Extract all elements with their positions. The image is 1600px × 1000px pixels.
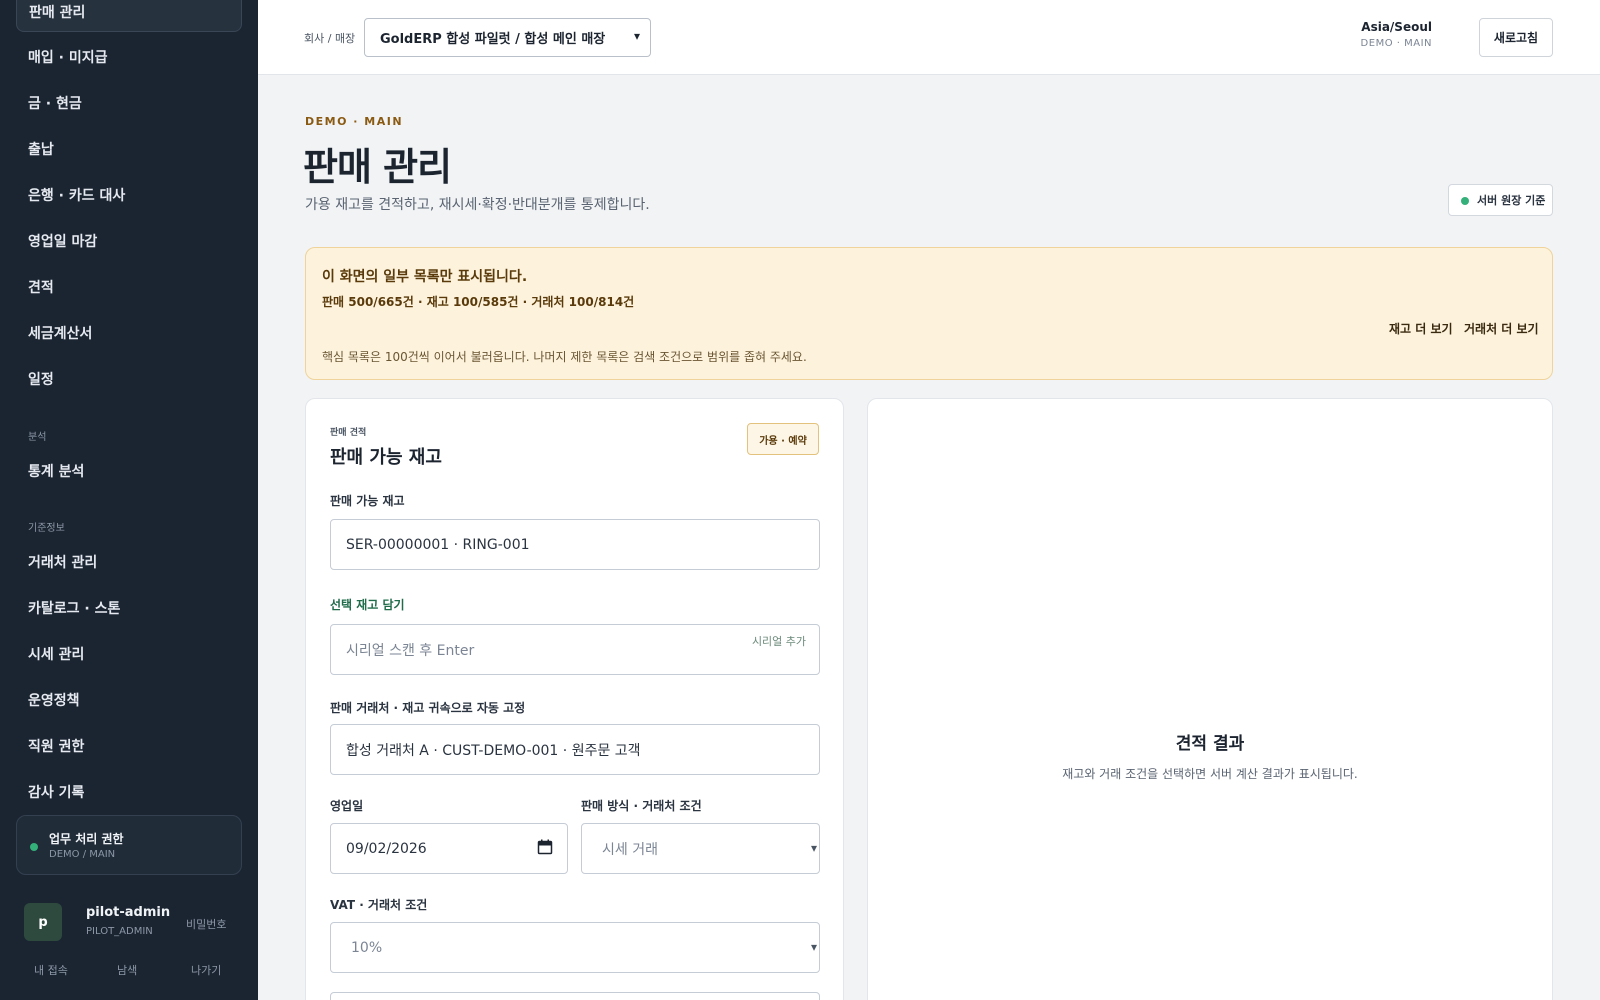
sidebar-item-tax-invoice[interactable]: 세금계산서 xyxy=(16,313,242,353)
server-ledger-badge: 서버 원장 기준 xyxy=(1448,184,1553,216)
serial-scan-input[interactable]: 시리얼 스캔 후 Enter 시리얼 추가 xyxy=(330,624,820,675)
sidebar-section-analysis: 분석 xyxy=(28,432,47,443)
sidebar-item-day-close[interactable]: 영업일 마감 xyxy=(16,221,242,261)
sale-method-value: 시세 거래 xyxy=(602,841,658,858)
permission-card: 업무 처리 권한 DEMO / MAIN xyxy=(16,815,242,875)
quote-result-card: 견적 결과 재고와 거래 조건을 선택하면 서버 계산 결과가 표시됩니다. xyxy=(867,398,1553,1000)
result-description: 재고와 거래 조건을 선택하면 서버 계산 결과가 표시됩니다. xyxy=(1062,767,1358,781)
partial-list-notice: 이 화면의 일부 목록만 표시됩니다. 판매 500/665건 · 재고 100… xyxy=(305,247,1553,380)
sidebar-item-purchase[interactable]: 매입 · 미지급 xyxy=(16,37,242,77)
card-title: 판매 가능 재고 xyxy=(330,447,442,468)
sale-method-label: 판매 방식 · 거래처 조건 xyxy=(581,799,702,813)
timezone-info: Asia/Seoul DEMO · MAIN xyxy=(1361,20,1432,49)
serial-scan-placeholder: 시리얼 스캔 후 Enter xyxy=(346,642,475,659)
availability-badge: 가용 · 예약 xyxy=(747,423,819,455)
sidebar: 판매 관리 매입 · 미지급 금 · 현금 출납 은행 · 카드 대사 영업일 … xyxy=(0,0,258,1000)
notice-stats: 판매 500/665건 · 재고 100/585건 · 거래처 100/814건 xyxy=(322,295,635,309)
customer-field[interactable]: 합성 거래처 A · CUST-DEMO-001 · 원주문 고객 xyxy=(330,724,820,775)
business-date-input[interactable]: 09/02/2026 xyxy=(330,823,568,874)
sidebar-item-catalog[interactable]: 카탈로그 · 스톤 xyxy=(16,588,242,628)
chevron-down-icon: ▾ xyxy=(810,940,817,954)
refresh-button[interactable]: 새로고침 xyxy=(1479,18,1553,57)
user-name: pilot-admin xyxy=(86,905,171,920)
vat-select[interactable]: 10% ▾ xyxy=(330,922,820,973)
avatar: p xyxy=(24,903,62,941)
sidebar-item-schedule[interactable]: 일정 xyxy=(16,359,242,399)
sidebar-item-policy[interactable]: 운영정책 xyxy=(16,680,242,720)
status-dot-icon xyxy=(1461,197,1469,205)
page-title: 판매 관리 xyxy=(303,145,452,189)
next-field[interactable] xyxy=(330,992,820,1000)
calendar-icon[interactable] xyxy=(537,839,553,855)
notice-title: 이 화면의 일부 목록만 표시됩니다. xyxy=(322,269,528,285)
sidebar-item-gold-cash[interactable]: 금 · 현금 xyxy=(16,83,242,123)
page-description: 가용 재고를 견적하고, 재시세·확정·반대분개를 통제합니다. xyxy=(305,197,650,213)
sidebar-item-sales[interactable]: 판매 관리 xyxy=(16,0,242,32)
sidebar-item-audit-log[interactable]: 감사 기록 xyxy=(16,772,242,812)
sidebar-section-master: 기준정보 xyxy=(28,523,65,534)
cart-label: 선택 재고 담기 xyxy=(330,598,405,612)
theme-link[interactable]: 남색 xyxy=(117,962,137,978)
topbar: 회사 / 매장 GoldERP 합성 파일럿 / 합성 메인 매장 ▾ Asia… xyxy=(258,0,1600,75)
my-sessions-link[interactable]: 내 접속 xyxy=(34,962,68,978)
business-date-value: 09/02/2026 xyxy=(346,840,427,857)
chevron-down-icon: ▾ xyxy=(810,841,817,855)
sale-method-select[interactable]: 시세 거래 ▾ xyxy=(581,823,820,874)
permission-title: 업무 처리 권한 xyxy=(49,832,124,846)
customer-value: 합성 거래처 A · CUST-DEMO-001 · 원주문 고객 xyxy=(346,742,641,759)
server-ledger-label: 서버 원장 기준 xyxy=(1477,194,1546,207)
customer-label: 판매 거래처 · 재고 귀속으로 자동 고정 xyxy=(330,701,526,715)
business-date-label: 영업일 xyxy=(330,799,364,813)
inventory-field[interactable]: SER-00000001 · RING-001 xyxy=(330,519,820,570)
logout-link[interactable]: 나가기 xyxy=(191,962,221,978)
sidebar-item-market-price[interactable]: 시세 관리 xyxy=(16,634,242,674)
chevron-down-icon: ▾ xyxy=(633,29,640,43)
status-dot-icon xyxy=(30,843,38,851)
company-store-label: 회사 / 매장 xyxy=(304,32,356,45)
user-role: PILOT_ADMIN xyxy=(86,926,153,937)
company-store-select[interactable]: GoldERP 합성 파일럿 / 합성 메인 매장 ▾ xyxy=(364,18,651,57)
timezone-sub: DEMO · MAIN xyxy=(1360,38,1432,49)
sidebar-item-staff-permissions[interactable]: 직원 권한 xyxy=(16,726,242,766)
permission-scope: DEMO / MAIN xyxy=(49,849,116,860)
company-store-value: GoldERP 합성 파일럿 / 합성 메인 매장 xyxy=(380,32,606,47)
password-link[interactable]: 비밀번호 xyxy=(186,916,226,932)
sidebar-item-statistics[interactable]: 통계 분석 xyxy=(16,451,242,491)
sidebar-item-quotes[interactable]: 견적 xyxy=(16,267,242,307)
add-serial-button[interactable]: 시리얼 추가 xyxy=(751,633,807,650)
page-eyebrow: DEMO · MAIN xyxy=(305,115,404,128)
vat-value: 10% xyxy=(351,939,383,956)
timezone: Asia/Seoul xyxy=(1361,20,1432,34)
inventory-value: SER-00000001 · RING-001 xyxy=(346,536,530,553)
user-row: p pilot-admin PILOT_ADMIN 비밀번호 xyxy=(16,900,242,946)
sidebar-item-customers[interactable]: 거래처 관리 xyxy=(16,542,242,582)
quote-card: 판매 견적 판매 가능 재고 가용 · 예약 판매 가능 재고 SER-0000… xyxy=(305,398,844,1000)
sidebar-item-bank-card[interactable]: 은행 · 카드 대사 xyxy=(16,175,242,215)
card-eyebrow: 판매 견적 xyxy=(330,428,367,438)
more-customers-link[interactable]: 거래처 더 보기 xyxy=(1464,320,1539,337)
notice-note: 핵심 목록은 100건씩 이어서 불러옵니다. 나머지 제한 목록은 검색 조건… xyxy=(322,350,807,364)
result-title: 견적 결과 xyxy=(1175,734,1245,754)
inventory-label: 판매 가능 재고 xyxy=(330,494,405,508)
vat-label: VAT · 거래처 조건 xyxy=(330,898,428,912)
more-inventory-link[interactable]: 재고 더 보기 xyxy=(1389,320,1453,337)
sidebar-item-cashbook[interactable]: 출납 xyxy=(16,129,242,169)
